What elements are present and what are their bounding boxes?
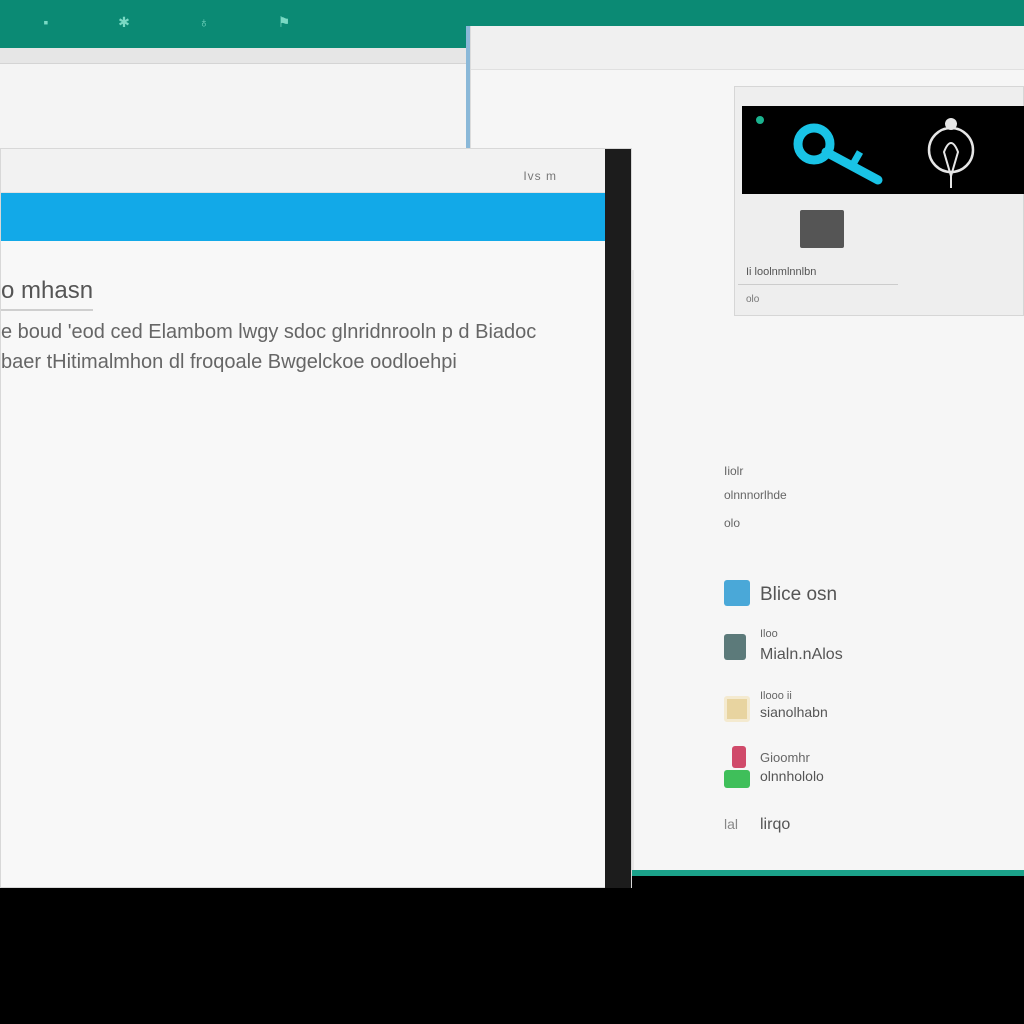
window-controls[interactable]: Ivs m — [523, 169, 557, 183]
gear-icon[interactable]: ♁ — [196, 12, 212, 32]
app-label-top: Iloo — [760, 628, 778, 640]
main-window-banner — [1, 193, 607, 241]
main-window: Ivs m o mhasn e boud 'eod ced Elambom lw… — [0, 148, 632, 889]
thumbnail[interactable] — [800, 210, 844, 248]
tool-icon — [724, 634, 746, 660]
desktop-screen: ▪ ✱ ♁ ⚑ Ii loolnmlnnlbn olo Iiolr olnnno… — [0, 0, 1024, 1024]
app-list-item[interactable]: Blice osn — [724, 574, 1014, 614]
background-window-titlebar[interactable] — [0, 48, 470, 64]
app-label: olnnhololo — [760, 768, 824, 784]
preview-divider — [738, 284, 898, 285]
star-icon[interactable]: ✱ — [116, 12, 132, 32]
app-label: sianolhabn — [760, 704, 828, 720]
preview-caption: Ii loolnmlnnlbn — [746, 266, 817, 278]
mic-icon — [927, 118, 975, 188]
page-title: o mhasn — [1, 277, 94, 311]
chart-icon — [724, 580, 750, 606]
app-label: Mialn.nAlos — [760, 646, 843, 663]
status-dot — [756, 116, 764, 124]
app-list-item[interactable]: Gioomhr olnnhololo — [724, 746, 1014, 788]
right-window-titlebar[interactable] — [471, 26, 1024, 70]
app-list-item[interactable]: Ilooo ii sianolhabn — [724, 690, 1014, 730]
flag-icon[interactable]: ⚑ — [276, 12, 292, 32]
right-window-footer-strip — [631, 870, 1024, 876]
side-label-3: olo — [724, 516, 741, 530]
bottom-taskbar — [0, 888, 1024, 1024]
app-label: Blice osn — [760, 584, 838, 605]
background-window[interactable] — [0, 48, 470, 154]
app-label: lirqo — [760, 816, 791, 833]
pin-icon[interactable]: ▪ — [38, 12, 54, 32]
main-window-frame — [605, 149, 631, 889]
side-label-1: Iiolr — [724, 464, 744, 478]
box-icon — [724, 696, 750, 722]
plant-leaves-icon — [724, 770, 750, 788]
app-list-item[interactable]: lal lirqo — [724, 806, 1014, 846]
key-icon — [793, 123, 883, 185]
main-window-titlebar[interactable]: Ivs m — [1, 149, 607, 193]
preview-subcaption: olo — [746, 294, 760, 305]
app-label-top: lal — [724, 816, 739, 832]
app-label-top: Ilooo ii — [760, 690, 792, 702]
body-paragraph: e boud 'eod ced Elambom lwgy sdoc glnrid… — [1, 321, 537, 373]
side-label-2: olnnnorlhde — [724, 488, 787, 502]
app-list-item[interactable]: Iloo Mialn.nAlos — [724, 628, 1014, 668]
plant-icon — [732, 746, 746, 768]
app-label-top: Gioomhr — [760, 750, 810, 765]
preview-image — [742, 106, 1024, 194]
